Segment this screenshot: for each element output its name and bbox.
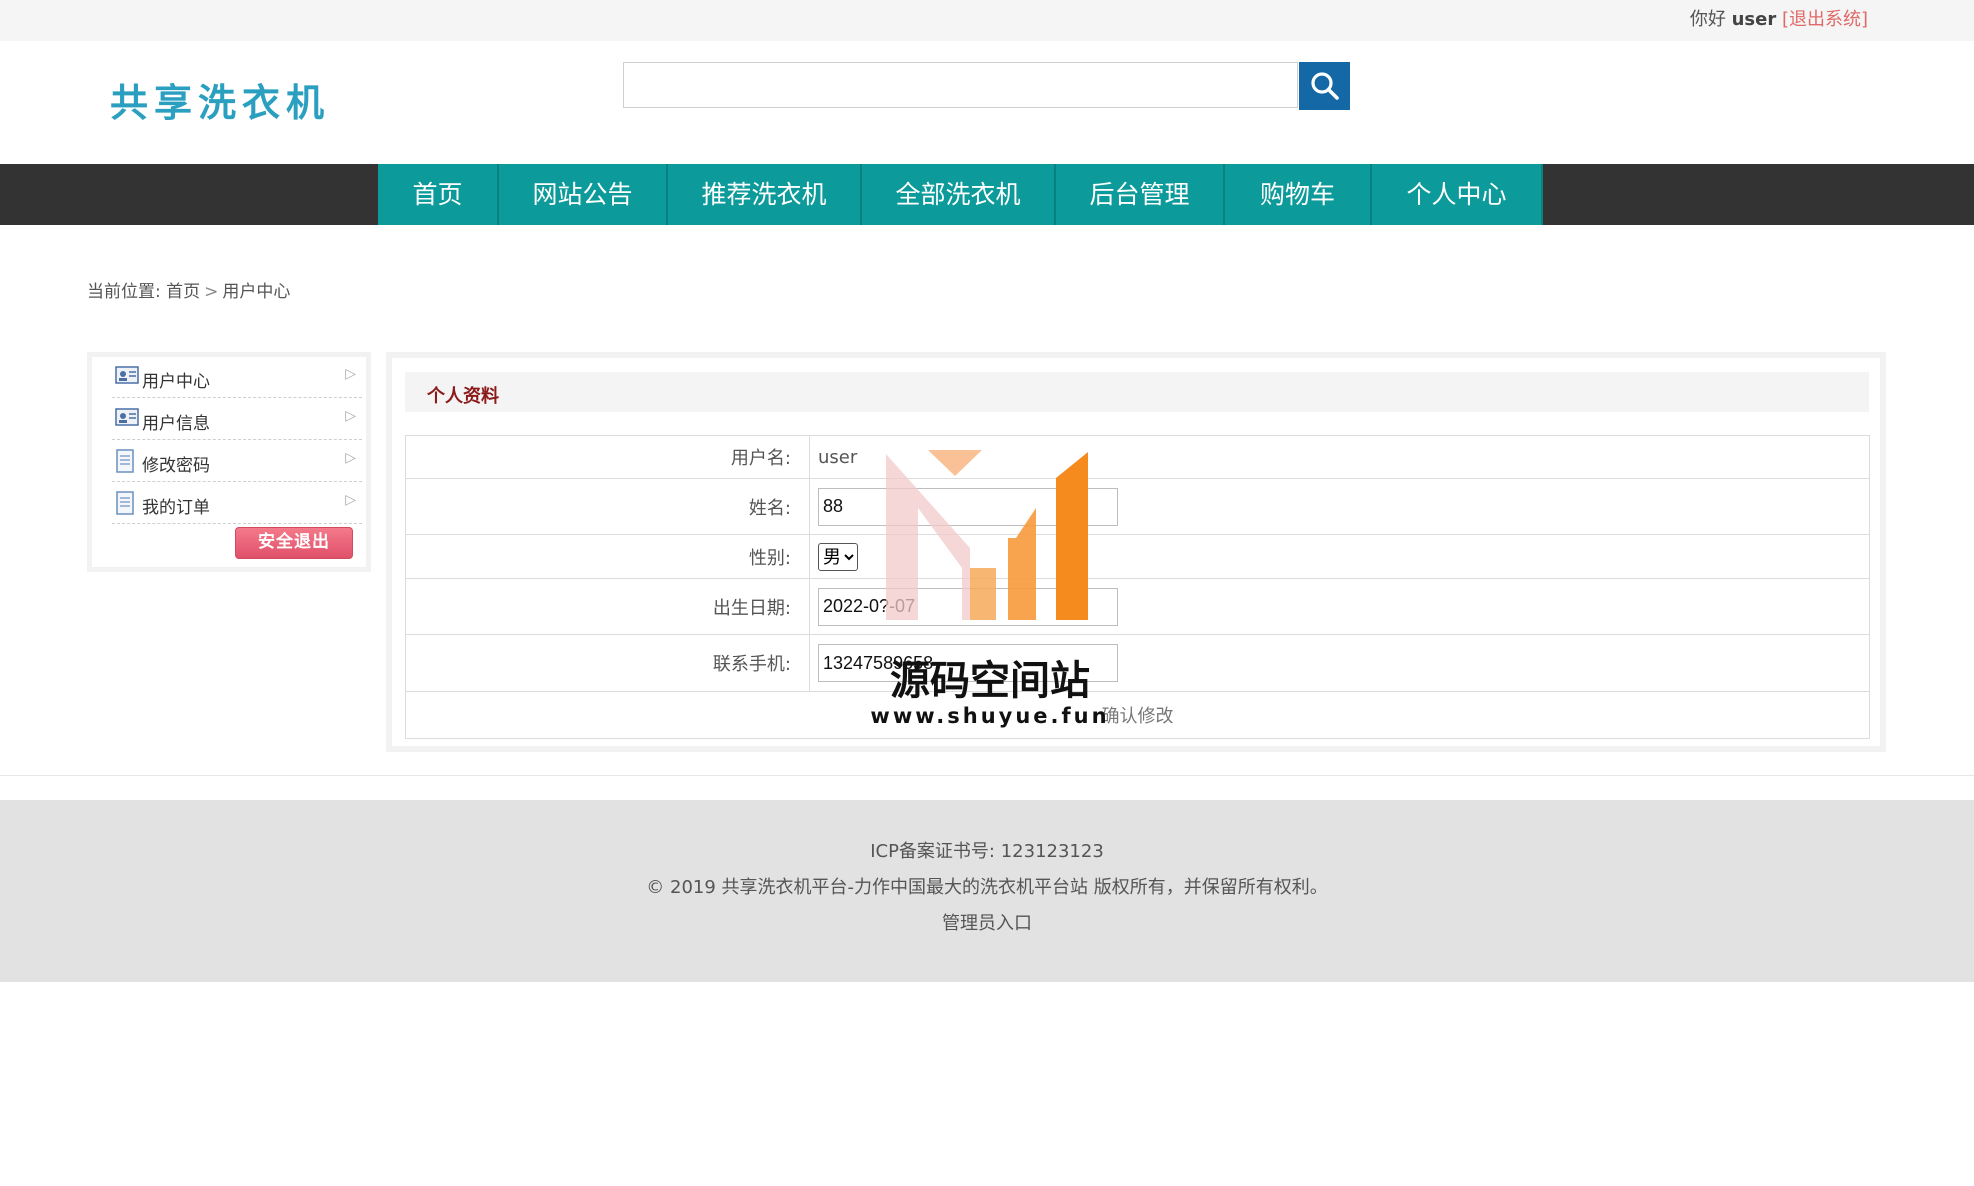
sidebar-item-change-password[interactable]: 修改密码 ▷: [112, 441, 362, 482]
breadcrumb-prefix: 当前位置:: [87, 282, 161, 302]
sidebar-item-label: 用户信息: [142, 414, 210, 434]
id-card-icon: [115, 408, 139, 426]
confirm-edit-button[interactable]: 确认修改: [1093, 699, 1182, 731]
site-logo[interactable]: 共享洗衣机: [110, 72, 330, 127]
search-icon: [1310, 72, 1339, 100]
form-row-username: 用户名: user: [405, 435, 1870, 479]
sidebar-item-label: 修改密码: [142, 456, 210, 476]
footer: ICP备案证书号: 123123123 © 2019 共享洗衣机平台-力作中国最…: [0, 800, 1974, 982]
username-label: 用户名:: [405, 435, 810, 479]
birthdate-input[interactable]: [818, 587, 1118, 626]
breadcrumb: 当前位置: 首页 > 用户中心: [87, 277, 290, 302]
admin-entry-link[interactable]: 管理员入口: [0, 909, 1974, 935]
nav-home[interactable]: 首页: [378, 164, 499, 225]
search-bar: [623, 62, 1350, 110]
chevron-right-icon: ▷: [345, 450, 356, 466]
chevron-right-icon: ▷: [345, 366, 356, 382]
sidebar-item-user-info[interactable]: 用户信息 ▷: [112, 399, 362, 440]
form-row-gender: 性别: 男: [405, 534, 1870, 579]
id-card-icon: [115, 366, 139, 384]
icp-text: ICP备案证书号: 123123123: [870, 841, 1104, 862]
nav-all-machines[interactable]: 全部洗衣机: [862, 164, 1056, 225]
form-row-name: 姓名:: [405, 478, 1870, 535]
chevron-right-icon: ▷: [345, 408, 356, 424]
nav-cart[interactable]: 购物车: [1225, 164, 1372, 225]
panel-title: 个人资料: [427, 386, 499, 407]
top-bar: 你好 user [退出系统]: [0, 0, 1974, 41]
user-greeting: 你好 user [退出系统]: [1690, 5, 1868, 31]
gender-label: 性别:: [405, 534, 810, 579]
chevron-right-icon: ▷: [345, 492, 356, 508]
document-icon: [116, 491, 134, 515]
form-row-submit: 确认修改: [405, 691, 1870, 739]
panel-header: 个人资料: [405, 372, 1869, 412]
search-input[interactable]: [623, 62, 1298, 108]
sidebar-item-label: 用户中心: [142, 372, 210, 392]
sidebar-item-my-orders[interactable]: 我的订单 ▷: [112, 483, 362, 524]
copyright-text: © 2019 共享洗衣机平台-力作中国最大的洗衣机平台站 版权所有，并保留所有权…: [646, 877, 1328, 898]
sidebar-item-user-center[interactable]: 用户中心 ▷: [112, 357, 362, 398]
sidebar-item-label: 我的订单: [142, 498, 210, 518]
username-text: user: [1731, 9, 1777, 30]
profile-form: 用户名: user 姓名: 性别: 男 出生日期: 联系手机:: [405, 435, 1870, 739]
document-icon: [116, 449, 134, 473]
greeting-text: 你好: [1689, 9, 1726, 30]
nav-user-center[interactable]: 个人中心: [1372, 164, 1543, 225]
main-nav: 首页 网站公告 推荐洗衣机 全部洗衣机 后台管理 购物车 个人中心: [0, 164, 1974, 225]
breadcrumb-home[interactable]: 首页: [166, 282, 200, 302]
breadcrumb-separator: >: [204, 282, 219, 302]
phone-label: 联系手机:: [405, 634, 810, 692]
safe-exit-button[interactable]: 安全退出: [235, 527, 353, 559]
birthdate-label: 出生日期:: [405, 578, 810, 635]
form-row-phone: 联系手机:: [405, 634, 1870, 692]
name-label: 姓名:: [405, 478, 810, 535]
nav-admin[interactable]: 后台管理: [1056, 164, 1225, 225]
name-input[interactable]: [818, 487, 1118, 526]
footer-divider: [0, 775, 1974, 776]
nav-announcements[interactable]: 网站公告: [499, 164, 668, 225]
logout-link[interactable]: [退出系统]: [1782, 9, 1868, 30]
phone-input[interactable]: [818, 644, 1118, 682]
sidebar: 用户中心 ▷ 用户信息 ▷ 修改密码 ▷ 我的订单 ▷ 安全退出: [87, 352, 371, 572]
gender-select[interactable]: 男: [818, 542, 858, 571]
breadcrumb-current: 用户中心: [222, 282, 291, 302]
search-button[interactable]: [1299, 62, 1350, 110]
profile-panel: 个人资料 用户名: user 姓名: 性别: 男 出生日期:: [386, 352, 1886, 752]
form-row-birthdate: 出生日期:: [405, 578, 1870, 635]
username-value: user: [809, 435, 1870, 479]
nav-recommended[interactable]: 推荐洗衣机: [668, 164, 862, 225]
